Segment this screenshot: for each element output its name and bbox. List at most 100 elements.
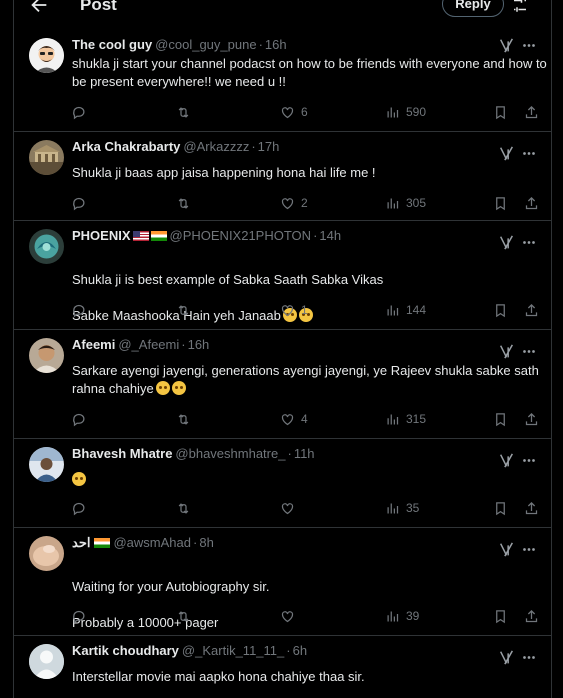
user-handle[interactable]: @PHOENIX21PHOTON bbox=[170, 228, 312, 243]
heart-icon bbox=[281, 502, 294, 514]
bookmark-action[interactable] bbox=[493, 103, 508, 121]
reply-action[interactable] bbox=[72, 410, 87, 428]
timestamp[interactable]: 8h bbox=[199, 535, 213, 550]
more-options-icon[interactable] bbox=[521, 146, 537, 161]
grok-icon[interactable] bbox=[498, 146, 515, 161]
avatar[interactable] bbox=[29, 38, 64, 73]
bookmark-action[interactable] bbox=[493, 410, 508, 428]
bookmark-icon bbox=[496, 303, 505, 317]
reply-tweet[interactable]: Afeemi @_Afeemi · 16h Sarkare ayengi jayeng… bbox=[14, 330, 551, 439]
views-action[interactable]: 35 bbox=[385, 499, 419, 517]
display-name[interactable]: The cool guy bbox=[72, 37, 152, 52]
views-action[interactable]: 315 bbox=[385, 410, 426, 428]
back-arrow-icon[interactable] bbox=[28, 0, 50, 16]
bookmark-action[interactable] bbox=[493, 499, 508, 517]
bookmark-action[interactable] bbox=[493, 194, 508, 212]
grok-icon[interactable] bbox=[498, 542, 515, 557]
reply-tweet[interactable]: Kartik choudhary @_Kartik_11_11_ · 6h Inter… bbox=[14, 636, 551, 698]
share-action[interactable] bbox=[524, 499, 539, 517]
share-action[interactable] bbox=[524, 607, 539, 625]
repost-action[interactable] bbox=[176, 410, 191, 428]
repost-action[interactable] bbox=[176, 301, 191, 319]
views-action[interactable]: 590 bbox=[385, 103, 426, 121]
more-options-icon[interactable] bbox=[521, 344, 537, 359]
reply-button[interactable]: Reply bbox=[442, 0, 504, 17]
display-name[interactable]: Bhavesh Mhatre bbox=[72, 446, 172, 461]
timestamp[interactable]: 6h bbox=[293, 643, 307, 658]
avatar[interactable] bbox=[29, 644, 64, 679]
timestamp[interactable]: 11h bbox=[294, 446, 315, 461]
reply-tweet[interactable]: Arka Chakrabarty @Arkazzzz · 17h Shukla ji … bbox=[14, 132, 551, 221]
like-action[interactable] bbox=[280, 607, 295, 625]
like-action[interactable]: 1 bbox=[280, 301, 308, 319]
avatar[interactable] bbox=[29, 536, 64, 571]
tweet-header: Afeemi @_Afeemi · 16h bbox=[72, 337, 209, 353]
like-action[interactable]: 6 bbox=[280, 103, 308, 121]
avatar[interactable] bbox=[29, 140, 64, 175]
sort-options-icon[interactable] bbox=[511, 0, 529, 14]
like-action[interactable]: 2 bbox=[280, 194, 308, 212]
grok-icon[interactable] bbox=[498, 235, 515, 250]
like-action[interactable]: 4 bbox=[280, 410, 308, 428]
display-name[interactable]: Kartik choudhary bbox=[72, 643, 179, 658]
avatar[interactable] bbox=[29, 229, 64, 264]
more-options-icon[interactable] bbox=[521, 650, 537, 665]
more-options-icon[interactable] bbox=[521, 453, 537, 468]
repost-icon bbox=[178, 610, 189, 622]
display-name[interactable]: Arka Chakrabarty bbox=[72, 139, 180, 154]
user-handle[interactable]: @awsmAhad bbox=[113, 535, 191, 550]
like-count: 4 bbox=[301, 412, 308, 426]
reply-action[interactable] bbox=[72, 301, 87, 319]
more-options-icon[interactable] bbox=[521, 542, 537, 557]
more-options-icon[interactable] bbox=[521, 235, 537, 250]
user-handle[interactable]: @cool_guy_pune bbox=[155, 37, 256, 52]
reply-action[interactable] bbox=[72, 607, 87, 625]
bookmark-action[interactable] bbox=[493, 301, 508, 319]
avatar[interactable] bbox=[29, 447, 64, 482]
timestamp[interactable]: 14h bbox=[319, 228, 341, 243]
user-handle[interactable]: @_Kartik_11_11_ bbox=[182, 643, 284, 658]
share-action[interactable] bbox=[524, 301, 539, 319]
views-icon bbox=[387, 503, 399, 513]
display-name[interactable]: PHOENIX bbox=[72, 228, 131, 243]
reply-action[interactable] bbox=[72, 194, 87, 212]
timestamp[interactable]: 17h bbox=[258, 139, 280, 154]
display-name[interactable]: Afeemi bbox=[72, 337, 115, 352]
display-name[interactable]: احد bbox=[72, 535, 90, 550]
grok-icon[interactable] bbox=[498, 453, 515, 468]
timestamp[interactable]: 16h bbox=[265, 37, 287, 52]
repost-action[interactable] bbox=[176, 607, 191, 625]
share-action[interactable] bbox=[524, 410, 539, 428]
user-handle[interactable]: @bhaveshmhatre_ bbox=[175, 446, 285, 461]
reply-tweet[interactable]: احد @awsmAhad · 8h Waiting for your Autobio… bbox=[14, 528, 551, 636]
like-action[interactable] bbox=[280, 499, 295, 517]
reply-tweet[interactable]: PHOENIX @PHOENIX21PHOTON · 14h Shukla ji is… bbox=[14, 221, 551, 330]
user-handle[interactable]: @_Afeemi bbox=[118, 337, 179, 352]
timestamp[interactable]: 16h bbox=[188, 337, 210, 352]
page-title: Post bbox=[80, 0, 117, 14]
reply-action[interactable] bbox=[72, 103, 87, 121]
tweet-text: Interstellar movie mai aapko hona chahiy… bbox=[72, 669, 365, 684]
views-action[interactable]: 305 bbox=[385, 194, 426, 212]
user-handle[interactable]: @Arkazzzz bbox=[183, 139, 249, 154]
views-action[interactable]: 144 bbox=[385, 301, 426, 319]
tweet-actions: 1 144 bbox=[72, 301, 547, 319]
view-count: 590 bbox=[406, 105, 427, 119]
repost-action[interactable] bbox=[176, 103, 191, 121]
more-options-icon[interactable] bbox=[521, 38, 537, 53]
grok-icon[interactable] bbox=[498, 650, 515, 665]
reply-tweet[interactable]: The cool guy @cool_guy_pune · 16h shukla ji… bbox=[14, 30, 551, 132]
grok-icon[interactable] bbox=[498, 344, 515, 359]
tweet-actions: 35 bbox=[72, 499, 547, 517]
grok-icon[interactable] bbox=[498, 38, 515, 53]
reply-action[interactable] bbox=[72, 499, 87, 517]
repost-action[interactable] bbox=[176, 499, 191, 517]
repost-action[interactable] bbox=[176, 194, 191, 212]
avatar[interactable] bbox=[29, 338, 64, 373]
views-action[interactable]: 39 bbox=[385, 607, 419, 625]
bookmark-action[interactable] bbox=[493, 607, 508, 625]
view-count: 144 bbox=[406, 303, 427, 317]
share-action[interactable] bbox=[524, 194, 539, 212]
share-action[interactable] bbox=[524, 103, 539, 121]
reply-tweet[interactable]: Bhavesh Mhatre @bhaveshmhatre_ · 11h 35 bbox=[14, 439, 551, 528]
